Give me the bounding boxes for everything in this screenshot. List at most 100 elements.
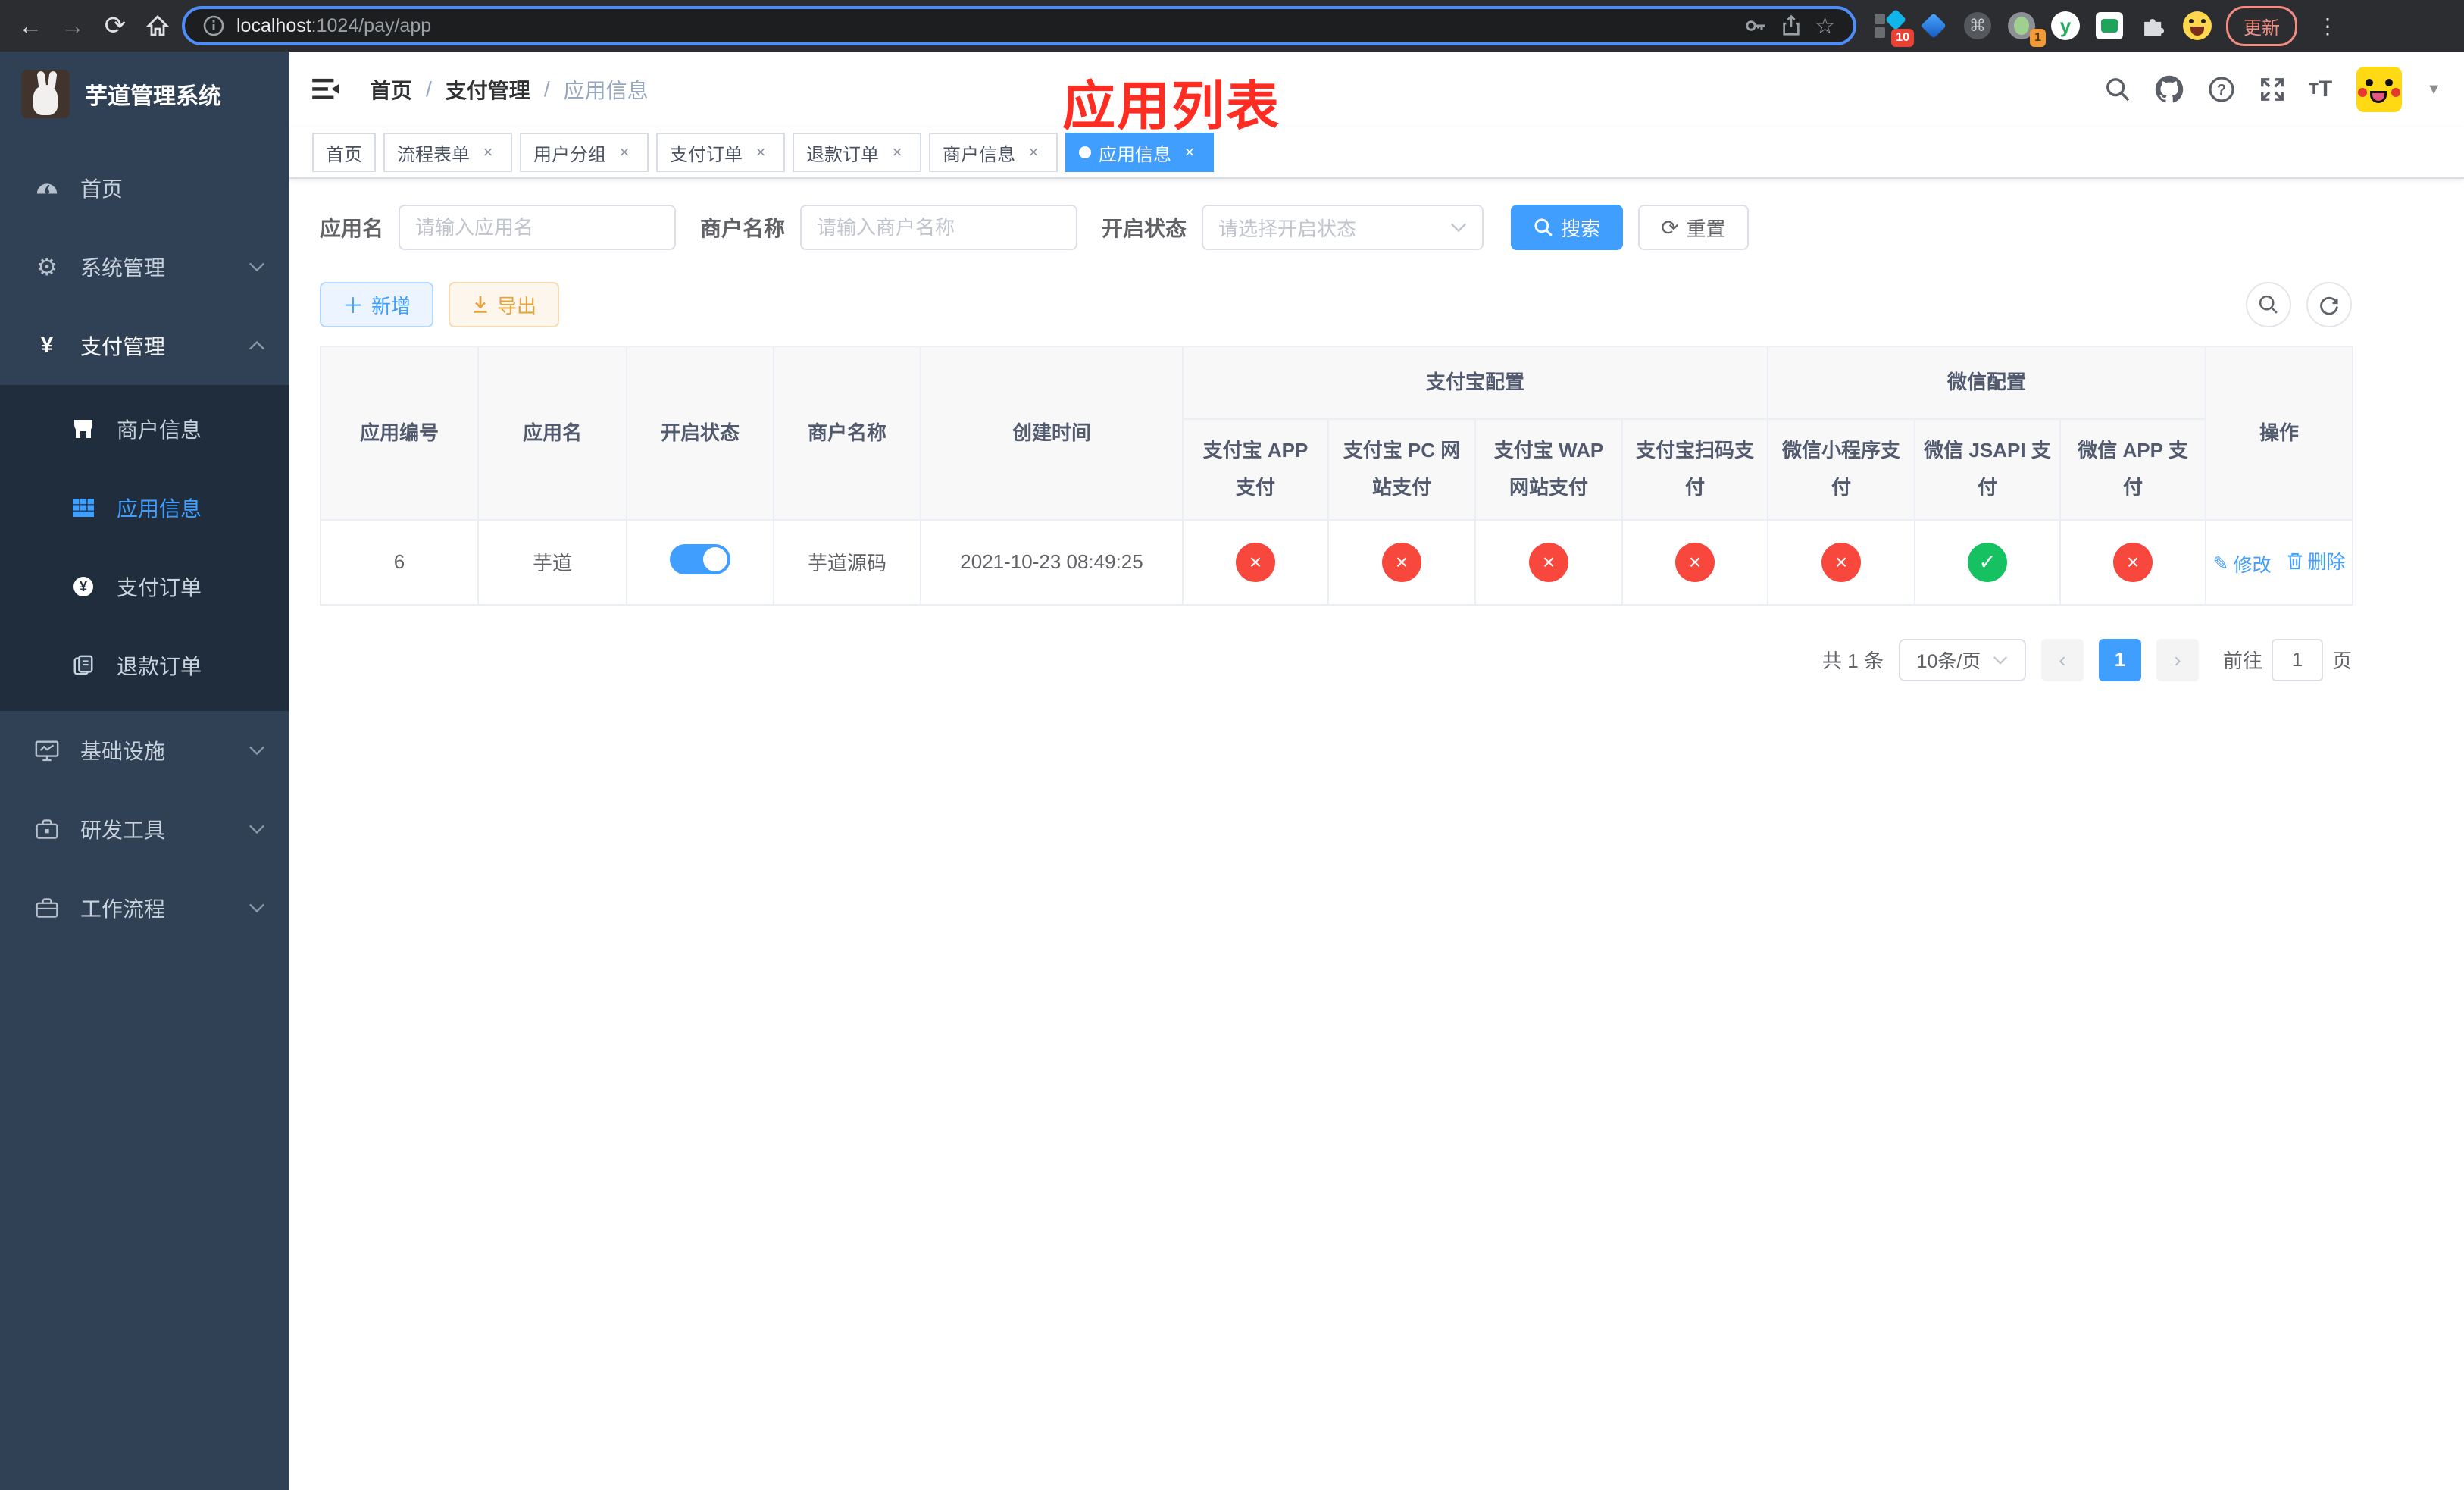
github-icon[interactable]: [2155, 75, 2184, 104]
trash-icon: [2287, 552, 2302, 569]
sidebar-item-app-info[interactable]: 应用信息: [0, 468, 289, 547]
export-button[interactable]: 导出: [449, 282, 560, 327]
grid-icon: [70, 496, 97, 520]
search-button[interactable]: 搜索: [1511, 205, 1624, 250]
chevron-down-icon: [249, 745, 265, 756]
page-number-button[interactable]: 1: [2098, 638, 2141, 681]
svg-text:?: ?: [2217, 82, 2226, 99]
browser-back-button[interactable]: ←: [12, 8, 48, 44]
help-icon[interactable]: ?: [2208, 76, 2235, 103]
briefcase-icon: [33, 897, 61, 919]
tag-close-icon[interactable]: ×: [477, 142, 499, 163]
address-bar[interactable]: localhost:1024/pay/app ☆: [182, 6, 1856, 45]
prev-page-button[interactable]: ‹: [2040, 638, 2084, 681]
col-app-id: 应用编号: [320, 345, 479, 521]
col-app-name: 应用名: [477, 345, 627, 521]
url-text[interactable]: localhost:1024/pay/app: [236, 15, 1731, 37]
tag-refund-orders[interactable]: 退款订单 ×: [793, 133, 921, 172]
extension-tabs-icon[interactable]: 10: [1875, 8, 1914, 47]
status-label: 开启状态: [1102, 217, 1187, 240]
font-size-icon[interactable]: TT: [2309, 77, 2333, 102]
fullscreen-icon[interactable]: [2259, 77, 2285, 102]
tag-payment-orders[interactable]: 支付订单 ×: [656, 133, 785, 172]
group-alipay-config: 支付宝配置: [1181, 346, 1769, 420]
payment-submenu: 商户信息 应用信息 ¥ 支付订单 退款订单: [0, 385, 289, 711]
sidebar-item-merchant-info[interactable]: 商户信息: [0, 390, 289, 468]
refresh-table-button[interactable]: [2306, 282, 2352, 327]
sidebar-item-dev-tools[interactable]: 研发工具: [0, 790, 289, 869]
sidebar-item-refund-orders[interactable]: 退款订单: [0, 626, 289, 705]
tag-home[interactable]: 首页: [312, 133, 376, 172]
status-alipay-app: ×: [1236, 542, 1275, 582]
edit-link[interactable]: ✎ 修改: [2213, 550, 2272, 578]
site-info-icon[interactable]: [203, 15, 224, 36]
extension-proxy-icon[interactable]: 1: [2006, 11, 2046, 47]
col-wechat-app: 微信 APP 支付: [2059, 418, 2207, 521]
user-avatar[interactable]: [2356, 67, 2403, 112]
sidebar-item-system[interactable]: ⚙ 系统管理: [0, 227, 289, 306]
enabled-switch[interactable]: [670, 544, 730, 575]
merchant-name-input[interactable]: [800, 205, 1078, 250]
breadcrumb-payment[interactable]: 支付管理: [446, 74, 530, 105]
dashboard-icon: [33, 175, 61, 201]
group-wechat-config: 微信配置: [1767, 346, 2207, 420]
sidebar-item-home[interactable]: 首页: [0, 149, 289, 227]
password-key-icon[interactable]: [1743, 14, 1768, 38]
sidebar-collapse-icon[interactable]: [312, 77, 346, 102]
col-actions: 操作: [2205, 345, 2354, 521]
cell-created: 2021-10-23 08:49:25: [920, 518, 1184, 606]
chevron-down-icon: [249, 261, 265, 272]
app-table: 应用编号 应用名 开启状态 商户名称 创建时间 支付宝配置 微信配置 操作 支付…: [320, 345, 2354, 606]
select-chevron-icon: [1993, 656, 2008, 665]
toggle-search-button[interactable]: [2246, 282, 2291, 327]
header-search-icon[interactable]: [2105, 77, 2131, 102]
add-button[interactable]: ＋ 新增: [320, 282, 434, 327]
extension-command-icon[interactable]: ⌘: [1962, 11, 1993, 41]
sidebar-item-workflow[interactable]: 工作流程: [0, 869, 289, 947]
status-alipay-qr: ×: [1675, 542, 1715, 582]
extension-vue-devtools-icon[interactable]: y: [2050, 11, 2081, 41]
tag-merchant-info[interactable]: 商户信息 ×: [929, 133, 1058, 172]
page-unit-label: 页: [2331, 650, 2352, 673]
browser-home-button[interactable]: [139, 8, 176, 44]
browser-forward-button[interactable]: →: [55, 8, 91, 44]
tag-user-group[interactable]: 用户分组 ×: [520, 133, 649, 172]
download-icon: [474, 296, 487, 313]
col-wechat-lite: 微信小程序支付: [1767, 418, 1916, 521]
cell-enabled: [626, 518, 774, 606]
status-alipay-pc: ×: [1382, 542, 1421, 582]
browser-menu-icon[interactable]: ⋮: [2311, 14, 2344, 39]
browser-reload-button[interactable]: ⟳: [97, 8, 133, 44]
sidebar-item-infrastructure[interactable]: 基础设施: [0, 711, 289, 790]
tag-close-icon[interactable]: ×: [1179, 142, 1200, 163]
table-row: 6 芋道 芋道源码 2021-10-23 08:49:25 × × × × × …: [320, 518, 2354, 606]
sidebar-logo-row[interactable]: 芋道管理系统: [0, 52, 289, 136]
extension-chat-icon[interactable]: [2094, 11, 2125, 41]
tag-process-form[interactable]: 流程表单 ×: [383, 133, 512, 172]
sidebar-item-payment[interactable]: ¥ 支付管理: [0, 306, 289, 385]
browser-update-button[interactable]: 更新: [2226, 5, 2297, 46]
tag-close-icon[interactable]: ×: [886, 142, 908, 163]
page-size-select[interactable]: 10条/页: [1898, 638, 2026, 681]
extension-gem-icon[interactable]: [1918, 11, 1949, 41]
tag-close-icon[interactable]: ×: [614, 142, 635, 163]
extension-emoji-icon[interactable]: [2182, 11, 2212, 41]
app-name-label: 应用名: [320, 217, 384, 240]
goto-page-input[interactable]: [2271, 638, 2323, 681]
app-name-input[interactable]: [399, 205, 677, 250]
tag-close-icon[interactable]: ×: [750, 142, 771, 163]
edit-pencil-icon: ✎: [2212, 552, 2229, 574]
delete-link[interactable]: 删除: [2287, 547, 2346, 574]
avatar-caret-icon[interactable]: ▼: [2426, 81, 2441, 99]
breadcrumb-home[interactable]: 首页: [370, 74, 412, 105]
share-icon[interactable]: [1780, 14, 1803, 37]
extensions-puzzle-icon[interactable]: [2138, 11, 2169, 41]
col-created: 创建时间: [920, 345, 1184, 521]
bookmark-star-icon[interactable]: ☆: [1815, 13, 1835, 39]
next-page-button[interactable]: ›: [2156, 638, 2199, 681]
pagination-total: 共 1 条: [1822, 650, 1884, 673]
status-select[interactable]: 请选择开启状态: [1202, 205, 1484, 250]
sidebar-item-payment-orders[interactable]: ¥ 支付订单: [0, 547, 289, 626]
tag-close-icon[interactable]: ×: [1023, 142, 1044, 163]
reset-button[interactable]: ⟳ 重置: [1638, 205, 1749, 250]
